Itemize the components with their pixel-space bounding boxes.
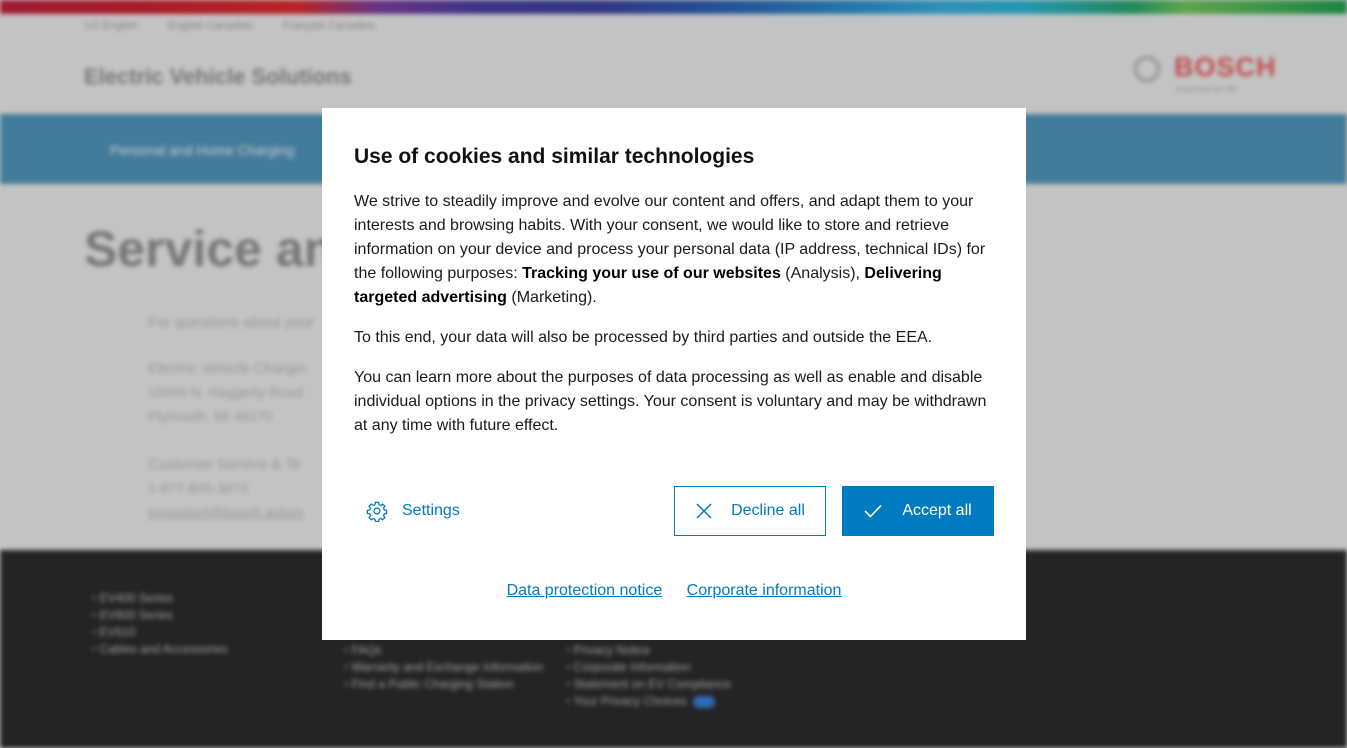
- decline-label: Decline all: [731, 502, 805, 519]
- purpose-text-3: (Marketing).: [506, 289, 597, 306]
- gear-icon: [366, 501, 388, 522]
- dialog-settings-text: You can learn more about the purposes of…: [354, 369, 987, 434]
- decline-all-button[interactable]: Decline all: [674, 486, 826, 536]
- settings-label: Settings: [402, 502, 460, 519]
- dialog-title: Use of cookies and similar technologies: [354, 145, 755, 168]
- dialog-actions: Settings Decline all Accept all: [354, 486, 994, 536]
- settings-button[interactable]: Settings: [354, 486, 460, 536]
- purpose-analysis: Tracking your use of our websites: [522, 265, 781, 282]
- cookie-consent-dialog: Use of cookies and similar technologies …: [322, 108, 1026, 640]
- purpose-text-2: (Analysis),: [780, 265, 865, 282]
- data-protection-notice-link[interactable]: Data protection notice: [507, 582, 663, 599]
- checkmark-icon: [864, 504, 882, 518]
- close-icon: [696, 503, 712, 519]
- dialog-third-party-text: To this end, your data will also be proc…: [354, 329, 933, 346]
- accept-label: Accept all: [902, 502, 972, 519]
- accept-all-button[interactable]: Accept all: [842, 486, 994, 536]
- corporate-information-link[interactable]: Corporate information: [687, 582, 842, 599]
- dialog-purpose-text: We strive to steadily improve and evolve…: [354, 190, 994, 310]
- dialog-footer-links: Data protection notice Corporate informa…: [322, 582, 1026, 600]
